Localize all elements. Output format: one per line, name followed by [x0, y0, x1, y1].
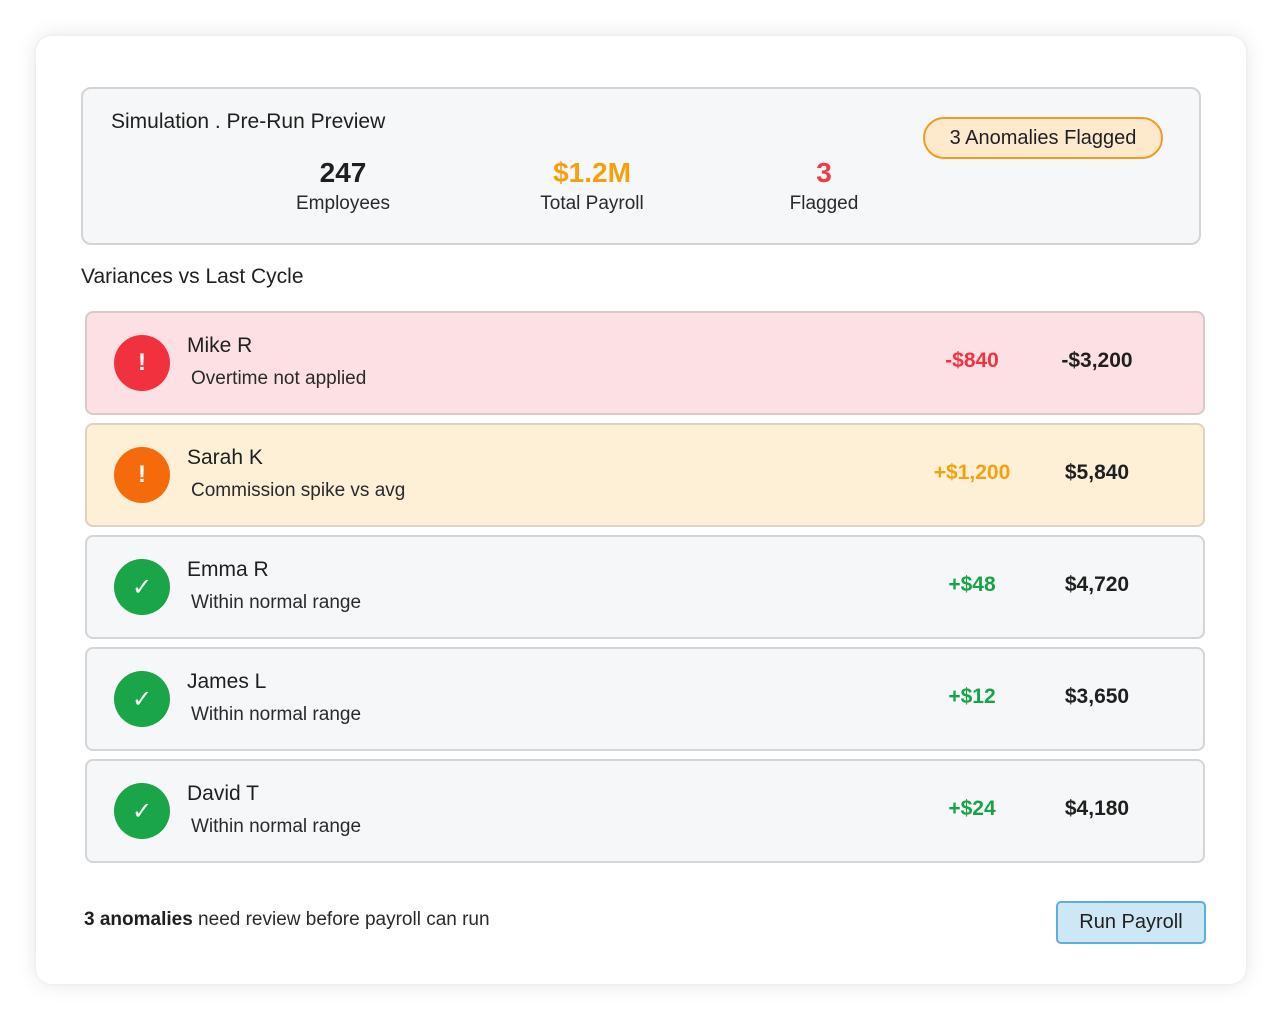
- variance-amount: +$1,200: [933, 461, 1011, 484]
- employee-row[interactable]: ! Mike R Overtime not applied -$840 -$3,200: [85, 311, 1205, 415]
- review-notice-text: need review before payroll can run: [192, 909, 490, 930]
- employee-name: Sarah K: [187, 446, 263, 469]
- exclamation-icon: !: [114, 335, 170, 391]
- anomalies-flagged-badge: 3 Anomalies Flagged: [923, 117, 1163, 159]
- exclamation-icon: !: [114, 447, 170, 503]
- review-notice: 3 anomalies need review before payroll c…: [84, 909, 490, 931]
- variance-note: Within normal range: [191, 816, 362, 837]
- review-notice-count: 3 anomalies: [84, 909, 193, 930]
- employee-row[interactable]: ! Sarah K Commission spike vs avg +$1,200 $5…: [85, 423, 1205, 527]
- pay-total: $4,180: [1064, 797, 1130, 820]
- simulation-summary-panel: Simulation . Pre-Run Preview 3 Anomalies…: [81, 87, 1201, 245]
- checkmark-icon: ✓: [114, 559, 170, 615]
- run-payroll-button[interactable]: Run Payroll: [1056, 901, 1206, 944]
- stat-flagged-value: 3: [816, 157, 832, 188]
- employee-row[interactable]: ✓ James L Within normal range +$12 $3,650: [85, 647, 1205, 751]
- variance-amount: +$24: [948, 797, 996, 820]
- employee-name: David T: [187, 782, 259, 805]
- stat-flagged: 3 Flagged: [724, 155, 924, 215]
- employee-name: Emma R: [187, 558, 269, 581]
- stat-total-payroll: $1.2M Total Payroll: [492, 155, 692, 215]
- stat-flagged-label: Flagged: [789, 193, 859, 214]
- stat-total-payroll-label: Total Payroll: [540, 193, 644, 214]
- variance-note: Overtime not applied: [191, 368, 367, 389]
- stat-total-payroll-value: $1.2M: [553, 157, 631, 188]
- stat-employees-value: 247: [319, 157, 367, 188]
- employee-name: Mike R: [187, 334, 253, 357]
- variance-amount: +$12: [948, 685, 996, 708]
- variance-note: Within normal range: [191, 704, 362, 725]
- payroll-preview-card: Simulation . Pre-Run Preview 3 Anomalies…: [36, 36, 1246, 984]
- employee-row[interactable]: ✓ Emma R Within normal range +$48 $4,720: [85, 535, 1205, 639]
- employee-name: James L: [187, 670, 267, 693]
- pay-total: -$3,200: [1061, 349, 1133, 372]
- variance-note: Within normal range: [191, 592, 362, 613]
- checkmark-icon: ✓: [114, 671, 170, 727]
- variance-note: Commission spike vs avg: [191, 480, 406, 501]
- section-title: Variances vs Last Cycle: [81, 265, 304, 288]
- variance-amount: +$48: [948, 573, 996, 596]
- employee-row[interactable]: ✓ David T Within normal range +$24 $4,180: [85, 759, 1205, 863]
- stat-employees: 247 Employees: [243, 155, 443, 215]
- summary-title: Simulation . Pre-Run Preview: [111, 110, 386, 133]
- variance-amount: -$840: [945, 349, 999, 372]
- checkmark-icon: ✓: [114, 783, 170, 839]
- pay-total: $4,720: [1064, 573, 1130, 596]
- pay-total: $5,840: [1064, 461, 1130, 484]
- stat-employees-label: Employees: [296, 193, 390, 214]
- pay-total: $3,650: [1064, 685, 1130, 708]
